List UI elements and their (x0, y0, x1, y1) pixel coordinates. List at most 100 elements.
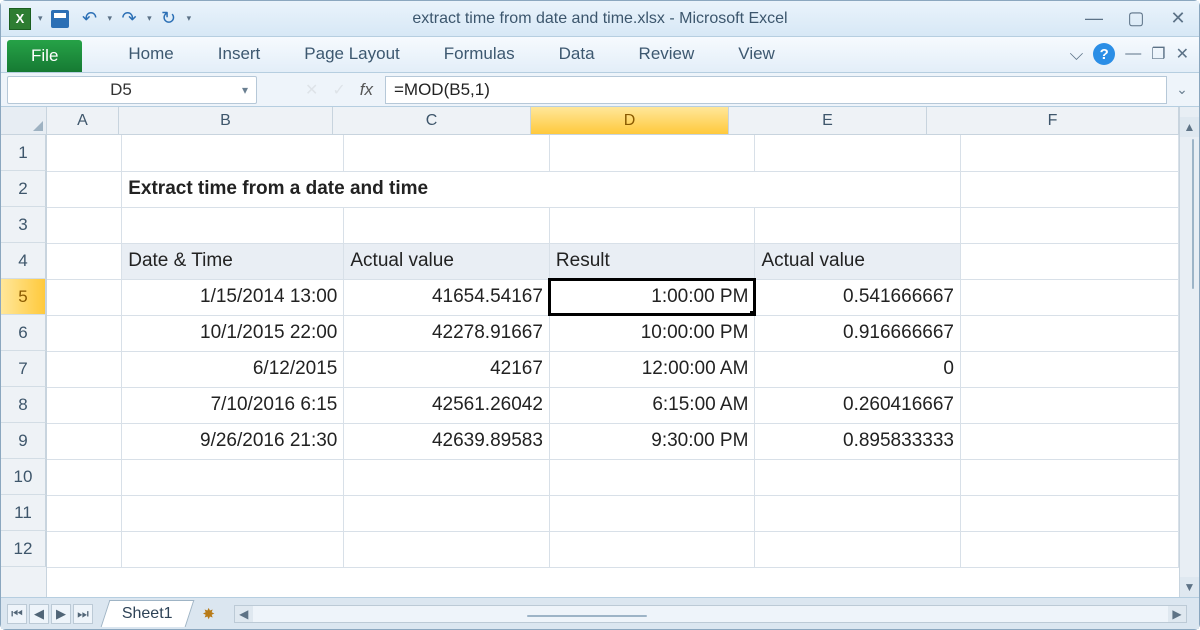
cell-E7[interactable]: 0 (755, 351, 961, 387)
sheet-nav-last-icon[interactable]: ⏭ (73, 604, 93, 624)
window-controls: — ▢ ✕ (1079, 9, 1193, 29)
horizontal-scrollbar[interactable]: ◀ ▶ (234, 605, 1187, 623)
cell-B6[interactable]: 10/1/2015 22:00 (122, 315, 344, 351)
sheet-tab-label: Sheet1 (122, 605, 173, 623)
cell-C6[interactable]: 42278.91667 (344, 315, 550, 351)
col-header-C[interactable]: C (333, 107, 531, 135)
title-bar: ▾ ↶ ▾ ↷ ▾ ↻ ▾ extract time from date and… (1, 1, 1199, 37)
row-header-11[interactable]: 11 (1, 495, 46, 531)
select-all-corner[interactable] (1, 107, 47, 135)
save-button[interactable] (47, 6, 73, 32)
name-box-value: D5 (8, 80, 234, 100)
tab-page-layout[interactable]: Page Layout (282, 36, 421, 72)
tab-view[interactable]: View (716, 36, 797, 72)
sheet-nav-buttons: ⏮ ◀ ▶ ⏭ (7, 604, 93, 624)
scroll-down-button[interactable]: ▼ (1180, 577, 1199, 597)
cancel-formula-icon[interactable]: ✕ (305, 80, 318, 100)
scroll-left-button[interactable]: ◀ (235, 606, 253, 622)
undo-button[interactable]: ↶ (77, 6, 103, 32)
workbook-close-button[interactable]: ✕ (1176, 44, 1189, 64)
sheet-nav-first-icon[interactable]: ⏮ (7, 604, 27, 624)
vscroll-thumb[interactable] (1192, 139, 1194, 289)
close-button[interactable]: ✕ (1163, 9, 1193, 29)
hscroll-thumb[interactable] (527, 615, 647, 617)
cell-E6[interactable]: 0.916666667 (755, 315, 961, 351)
maximize-button[interactable]: ▢ (1121, 9, 1151, 29)
cell-C9[interactable]: 42639.89583 (344, 423, 550, 459)
new-sheet-button[interactable]: ✸ (196, 604, 222, 624)
refresh-button[interactable]: ↻ (156, 6, 182, 32)
formula-text: =MOD(B5,1) (394, 80, 490, 100)
workbook-minimize-button[interactable]: — (1125, 45, 1141, 63)
row-header-4[interactable]: 4 (1, 243, 46, 279)
cells-area[interactable]: Extract time from a date and time Date &… (47, 135, 1179, 597)
fx-icon[interactable]: fx (360, 80, 373, 100)
ribbon: File Home Insert Page Layout Formulas Da… (1, 37, 1199, 73)
worksheet-grid: A B C D E F 1 2 3 4 5 6 7 8 9 10 11 12 (1, 107, 1199, 597)
heading-text: Extract time from a date and time (122, 171, 961, 207)
sheet-nav-prev-icon[interactable]: ◀ (29, 604, 49, 624)
scroll-right-button[interactable]: ▶ (1168, 606, 1186, 622)
row-header-7[interactable]: 7 (1, 351, 46, 387)
enter-formula-icon[interactable]: ✓ (332, 80, 345, 100)
col-header-B[interactable]: B (119, 107, 333, 135)
cell-D9[interactable]: 9:30:00 PM (549, 423, 755, 459)
tab-data[interactable]: Data (537, 36, 617, 72)
cell-E8[interactable]: 0.260416667 (755, 387, 961, 423)
col-header-F[interactable]: F (927, 107, 1179, 135)
cell-D7[interactable]: 12:00:00 AM (549, 351, 755, 387)
vertical-scrollbar[interactable]: ▲ ▼ (1179, 107, 1199, 597)
quick-access-toolbar: ▾ ↶ ▾ ↷ ▾ ↻ ▾ (7, 6, 191, 32)
sheet-tab-active[interactable]: Sheet1 (101, 600, 194, 627)
scroll-up-button[interactable]: ▲ (1180, 117, 1199, 137)
th-actual-2: Actual value (755, 243, 961, 279)
row-header-10[interactable]: 10 (1, 459, 46, 495)
undo-caret-icon[interactable]: ▾ (108, 13, 113, 24)
col-header-D[interactable]: D (531, 107, 729, 135)
app-menu-caret-icon[interactable]: ▾ (38, 13, 43, 24)
col-header-A[interactable]: A (47, 107, 119, 135)
tab-insert[interactable]: Insert (196, 36, 283, 72)
row-header-3[interactable]: 3 (1, 207, 46, 243)
sheet-tab-bar: ⏮ ◀ ▶ ⏭ Sheet1 ✸ ◀ ▶ (1, 597, 1199, 629)
tab-formulas[interactable]: Formulas (422, 36, 537, 72)
name-box-dropdown-icon[interactable]: ▾ (234, 83, 256, 97)
row-header-2[interactable]: 2 (1, 171, 46, 207)
app-icon[interactable] (7, 6, 33, 32)
row-header-5[interactable]: 5 (1, 279, 46, 315)
cell-C8[interactable]: 42561.26042 (344, 387, 550, 423)
cell-B8[interactable]: 7/10/2016 6:15 (122, 387, 344, 423)
cell-D8[interactable]: 6:15:00 AM (549, 387, 755, 423)
expand-formula-bar-icon[interactable]: ⌄ (1171, 81, 1193, 98)
formula-input[interactable]: =MOD(B5,1) (385, 76, 1167, 104)
tab-review[interactable]: Review (617, 36, 717, 72)
cell-B9[interactable]: 9/26/2016 21:30 (122, 423, 344, 459)
row-header-6[interactable]: 6 (1, 315, 46, 351)
cell-E9[interactable]: 0.895833333 (755, 423, 961, 459)
col-header-E[interactable]: E (729, 107, 927, 135)
help-button[interactable]: ? (1093, 43, 1115, 65)
cell-B7[interactable]: 6/12/2015 (122, 351, 344, 387)
row-header-9[interactable]: 9 (1, 423, 46, 459)
th-result: Result (549, 243, 755, 279)
cell-B5[interactable]: 1/15/2014 13:00 (122, 279, 344, 315)
row-header-8[interactable]: 8 (1, 387, 46, 423)
cell-D6[interactable]: 10:00:00 PM (549, 315, 755, 351)
minimize-ribbon-icon[interactable]: ⌵ (1070, 44, 1084, 65)
column-headers: A B C D E F (1, 107, 1179, 135)
tab-file[interactable]: File (7, 40, 82, 72)
workbook-restore-button[interactable]: ❐ (1151, 44, 1165, 64)
cell-D5[interactable]: 1:00:00 PM (549, 279, 755, 315)
cell-C7[interactable]: 42167 (344, 351, 550, 387)
tab-home[interactable]: Home (106, 36, 195, 72)
minimize-button[interactable]: — (1079, 9, 1109, 29)
cell-C5[interactable]: 41654.54167 (344, 279, 550, 315)
redo-caret-icon[interactable]: ▾ (147, 13, 152, 24)
qat-customize-caret-icon[interactable]: ▾ (187, 13, 192, 24)
sheet-nav-next-icon[interactable]: ▶ (51, 604, 71, 624)
row-header-12[interactable]: 12 (1, 531, 46, 567)
row-header-1[interactable]: 1 (1, 135, 46, 171)
name-box[interactable]: D5 ▾ (7, 76, 257, 104)
cell-E5[interactable]: 0.541666667 (755, 279, 961, 315)
redo-button[interactable]: ↷ (116, 6, 142, 32)
